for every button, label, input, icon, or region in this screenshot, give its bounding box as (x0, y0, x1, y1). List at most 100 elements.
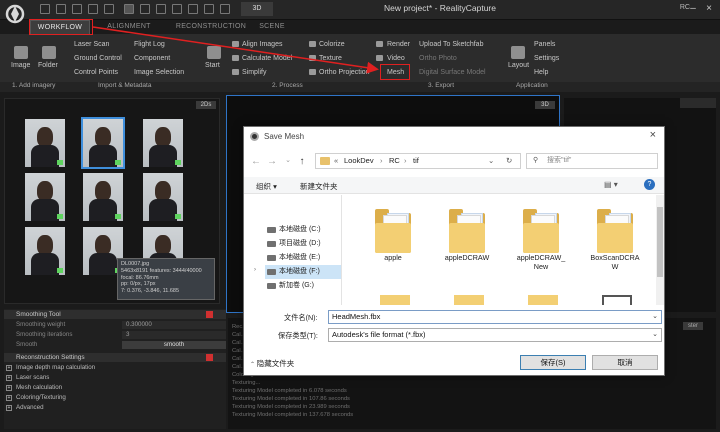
expand-icon[interactable]: + (6, 364, 12, 371)
file-list-scrollbar[interactable] (656, 195, 664, 305)
scroll-thumb[interactable] (657, 207, 663, 277)
folder-name-line2: New (533, 262, 549, 271)
smoothing-iterations-field[interactable]: 3 (122, 330, 226, 339)
panel-dim-badge[interactable]: ster (683, 322, 703, 330)
drive-icon (267, 255, 276, 261)
settings-group-row[interactable]: + Coloring/Texturing (4, 393, 226, 402)
search-input[interactable]: ⚲ 搜索"tif" (526, 153, 658, 169)
tooltip-line: pp: 0/px, 17px (121, 281, 156, 288)
smoothing-tool-label: Smoothing Tool (16, 311, 61, 318)
folder-icon (528, 295, 558, 305)
panel-2d-badge[interactable]: 2Ds (196, 101, 216, 109)
folder-item[interactable]: BoxScanDCRA W (580, 209, 650, 271)
folder-name: apple (384, 253, 402, 262)
settings-group-row[interactable]: + Image depth map calculation (4, 363, 226, 372)
filename-input[interactable]: HeadMesh.fbx ⌄ (328, 310, 662, 324)
panel-close-icon[interactable] (206, 311, 213, 318)
hide-folders-label: 隐藏文件夹 (256, 359, 295, 368)
save-button[interactable]: 保存(S) (520, 355, 586, 370)
nav-label: 项目磁盘 (D:) (279, 240, 321, 247)
view-options-icon[interactable]: ▤ ▾ (604, 180, 618, 189)
nav-label: 新加卷 (G:) (279, 282, 314, 289)
app-icon (250, 132, 259, 141)
log-line: Texturing Model completed in 137.678 sec… (232, 412, 354, 418)
image-thumbnail[interactable] (25, 119, 65, 167)
settings-group-label: Advanced (16, 404, 44, 411)
hide-folders-toggle[interactable]: ⌃ 隐藏文件夹 (250, 358, 294, 369)
breadcrumb-overflow[interactable]: « (334, 154, 338, 168)
expand-icon[interactable]: + (6, 374, 12, 381)
drive-icon (267, 241, 276, 247)
settings-group-label: Laser scans (16, 374, 50, 381)
nav-drive-d[interactable]: 项目磁盘 (D:) (265, 237, 341, 251)
recent-chevron-icon[interactable]: ⌄ (282, 156, 294, 164)
expand-icon[interactable]: + (6, 404, 12, 411)
image-thumbnail-selected[interactable] (81, 117, 125, 169)
dialog-toolbar: 组织 ▾ 新建文件夹 ▤ ▾ ? (244, 177, 664, 194)
image-thumbnail[interactable] (143, 173, 183, 221)
nav-drive-f[interactable]: 本地磁盘 (F:) (265, 265, 341, 279)
filetype-select[interactable]: Autodesk's file format (*.fbx) ⌄ (328, 328, 662, 342)
cancel-button[interactable]: 取消 (592, 355, 658, 370)
smooth-button[interactable]: smooth (122, 340, 226, 349)
image-thumbnail[interactable] (25, 173, 65, 221)
tooltip-line: 7: 0.376, -3.846, 11.685 (121, 288, 179, 295)
refresh-icon[interactable]: ↻ (506, 154, 512, 168)
panel-3d-badge[interactable]: 3D (535, 101, 555, 109)
address-bar[interactable]: « LookDev › RC › tif ⌄ ↻ (315, 153, 521, 169)
chevron-down-icon[interactable]: ⌄ (652, 311, 658, 323)
file-list[interactable]: apple appleDCRAW appleDCRAW_ New BoxScan… (344, 195, 656, 305)
folder-icon (320, 157, 330, 165)
settings-group-label: Image depth map calculation (16, 364, 96, 371)
filename-label: 文件名(N): (284, 313, 318, 322)
address-dropdown-icon[interactable]: ⌄ (488, 154, 494, 168)
organize-button[interactable]: 组织 ▾ (256, 181, 277, 192)
breadcrumb-rc[interactable]: RC (389, 154, 400, 168)
back-arrow-icon[interactable]: ← (250, 156, 262, 167)
panel-close-icon[interactable] (206, 354, 213, 361)
image-thumbnail[interactable] (25, 227, 65, 275)
nav-drive-g[interactable]: 新加卷 (G:) (265, 279, 341, 293)
folder-item[interactable]: apple (358, 209, 428, 262)
log-line: Texturing Model completed in 6.078 secon… (232, 388, 347, 394)
folder-item[interactable]: appleDCRAW_ New (506, 209, 576, 271)
expand-icon[interactable]: + (6, 384, 12, 391)
forward-arrow-icon[interactable]: → (266, 156, 278, 167)
settings-group-row[interactable]: + Mesh calculation (4, 383, 226, 392)
navigation-pane[interactable]: 本地磁盘 (C:) 项目磁盘 (D:) 本地磁盘 (E:) 本地磁盘 (F:) … (244, 195, 342, 305)
breadcrumb-tif[interactable]: tif (413, 154, 419, 168)
nav-drive-e[interactable]: 本地磁盘 (E:) (265, 251, 341, 265)
smoothing-iterations-label: Smoothing iterations (16, 331, 73, 338)
folder-name: appleDCRAW (444, 253, 490, 262)
nav-drive-c[interactable]: 本地磁盘 (C:) (265, 223, 341, 237)
file-icon (602, 295, 632, 305)
new-folder-button[interactable]: 新建文件夹 (300, 181, 338, 192)
folder-icon (523, 209, 559, 253)
chevron-down-icon[interactable]: ⌄ (652, 329, 658, 341)
dialog-title: Save Mesh (264, 132, 305, 141)
breadcrumb-lookdev[interactable]: LookDev (344, 154, 374, 168)
drive-icon (267, 227, 276, 233)
smoothing-weight-field[interactable]: 0.300000 (122, 320, 226, 329)
search-placeholder: 搜索"tif" (547, 157, 572, 164)
image-thumbnail[interactable] (143, 119, 183, 167)
up-arrow-icon[interactable]: ↑ (296, 156, 308, 167)
smoothing-iterations-row: Smoothing iterations 3 (4, 330, 226, 339)
tooltip-line: DL0007.jpg (121, 261, 150, 267)
smoothing-tool-header[interactable]: Smoothing Tool (4, 310, 226, 319)
settings-group-row[interactable]: + Advanced (4, 403, 226, 412)
folder-item[interactable]: appleDCRAW (432, 209, 502, 262)
expand-icon[interactable]: + (6, 394, 12, 401)
expand-chevron-icon[interactable]: › (254, 267, 256, 273)
reconstruction-settings-header[interactable]: Reconstruction Settings (4, 353, 226, 362)
dialog-close-button[interactable]: × (650, 129, 656, 141)
nav-label: 本地磁盘 (E:) (279, 254, 321, 261)
breadcrumb-sep-icon: › (380, 156, 383, 165)
image-thumbnail[interactable] (83, 173, 123, 221)
help-icon[interactable]: ? (644, 179, 655, 190)
settings-group-row[interactable]: + Laser scans (4, 373, 226, 382)
drive-icon (267, 269, 276, 275)
log-line: Texturing Model completed in 23.989 seco… (232, 404, 350, 410)
smooth-label: Smooth (16, 341, 38, 348)
filename-value: HeadMesh.fbx (332, 312, 381, 321)
